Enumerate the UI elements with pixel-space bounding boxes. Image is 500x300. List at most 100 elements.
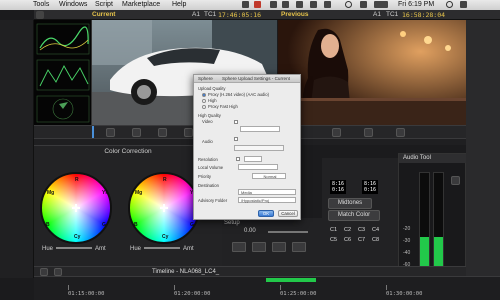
wheel-label-mg: Mg [47,190,55,196]
high-quality-label: High Quality [198,113,221,118]
color-button-c1[interactable]: C1 [328,226,339,235]
option-high[interactable]: High [202,98,217,103]
amt-label: Amt [183,246,194,252]
meter-scale-label: -20 [403,226,411,232]
hue-slider[interactable] [56,247,93,250]
monitor-menu-icon[interactable] [36,11,44,19]
timecode-display-right: 8:16 0:16 [362,180,379,194]
previous-monitor-frame[interactable] [278,20,468,125]
cancel-button[interactable]: Cancel [278,210,298,217]
setup-value[interactable]: 0.00 [244,228,256,234]
current-track[interactable]: A1 [192,10,200,20]
spotlight-search-icon[interactable] [446,1,453,8]
menu-marketplace[interactable]: Marketplace [122,0,160,10]
audio-checkbox[interactable] [234,137,238,141]
previous-step-forward-button[interactable] [396,128,405,137]
color-button-c2[interactable]: C2 [342,226,353,235]
step-back-button[interactable] [106,128,115,137]
color-button-c6[interactable]: C6 [342,236,353,245]
advisory-folder-field[interactable]: /Hypostatic/Proj [238,197,296,203]
dialog-title-left: Sphere [198,76,213,81]
menu-clock: Fri 6:19 PM [398,1,435,8]
resolution-checkbox[interactable] [236,157,240,161]
dialog-titlebar[interactable]: Sphere Sphere Upload Settings - Current [194,75,300,83]
radio-icon[interactable] [202,98,206,103]
video-checkbox[interactable] [234,120,238,124]
color-wheel-left[interactable]: R Mg B Cy G Yl [40,172,112,244]
upload-quality-label: Upload Quality [198,86,226,91]
meter-scale-label: -30 [403,238,411,244]
hue-slider[interactable] [144,247,181,250]
mark-out-button[interactable] [184,128,193,137]
ok-button[interactable]: OK [258,210,274,217]
wheel-crosshair[interactable] [160,204,168,212]
battery-icon[interactable] [374,1,388,8]
options-button[interactable] [292,242,306,252]
volume-icon[interactable] [360,1,367,8]
local-volume-select[interactable] [238,164,278,170]
timeline-audio-segment[interactable] [266,278,316,282]
tray-icon[interactable] [324,1,331,8]
color-button-c5[interactable]: C5 [328,236,339,245]
wheel-label-yl: Yl [102,190,107,196]
wheel-label-g: G [190,222,194,228]
destination-field[interactable]: Media [238,189,296,195]
tray-icon[interactable] [242,1,249,8]
priority-select[interactable]: Normal [252,173,286,179]
color-button-c7[interactable]: C7 [356,236,367,245]
option-proxy[interactable]: Proxy (H.264 video) (AAC audio) [202,92,269,97]
ruler-tick [386,285,387,290]
wheel-crosshair[interactable] [72,204,80,212]
previous-track[interactable]: A1 [373,10,381,20]
timeline-menu-button[interactable] [40,268,48,276]
mark-in-button[interactable] [132,128,141,137]
color-wheel-right[interactable]: R Mg B Cy G Yl [128,172,200,244]
previous-frame-image [278,20,468,125]
split-button[interactable] [252,242,266,252]
resolution-field[interactable] [244,156,262,162]
wheel-label-r: R [75,177,79,183]
tray-icon[interactable] [310,1,317,8]
color-button-c4[interactable]: C4 [370,226,381,235]
menu-script[interactable]: Script [95,0,113,10]
option-proxy-fast-high[interactable]: Proxy Fast High [202,104,238,109]
previous-step-back-button[interactable] [332,128,341,137]
menu-help[interactable]: Help [172,0,186,10]
right-panel-header [466,10,500,20]
video-format-field[interactable] [240,126,280,132]
wifi-icon[interactable] [345,1,352,8]
play-button[interactable] [158,128,167,137]
menu-windows[interactable]: Windows [59,0,87,10]
hue-label: Hue [130,246,142,252]
tray-icon[interactable] [296,1,303,8]
audio-settings-button[interactable] [451,176,460,185]
radio-icon[interactable] [202,92,206,97]
setup-slider[interactable] [268,231,308,233]
timecode-line: 0:16 [364,187,377,193]
waveform-scope [36,23,90,123]
midtones-dropdown[interactable]: Midtones [328,198,372,209]
previous-tc-label[interactable]: TC1 [386,10,398,20]
right-tool-strip [466,20,500,278]
menu-tools[interactable]: Tools [33,0,49,10]
previous-transport-bar [278,125,466,138]
timeline-option-button[interactable] [54,268,62,276]
right-wheel-hue-amt: Hue Amt [130,246,194,252]
tray-icon[interactable] [270,1,277,8]
tray-icon[interactable] [282,1,289,8]
match-color-button[interactable]: Match Color [328,210,380,221]
ruler-tick [174,285,175,290]
previous-play-button[interactable] [364,128,373,137]
color-button-c8[interactable]: C8 [370,236,381,245]
audio-tool-title: Audio Tool [399,154,467,163]
current-tc-label[interactable]: TC1 [204,10,216,20]
priority-label: Priority [198,174,212,179]
undo-button[interactable] [232,242,246,252]
save-button[interactable] [272,242,286,252]
color-button-c3[interactable]: C3 [356,226,367,235]
radio-icon[interactable] [202,104,206,109]
notification-center-icon[interactable] [460,1,467,8]
notification-badge-icon[interactable] [254,1,261,8]
timeline-ruler[interactable]: 01:15:00:00 01:20:00:00 01:25:00:00 01:3… [34,276,500,300]
audio-format-field[interactable] [234,145,284,151]
